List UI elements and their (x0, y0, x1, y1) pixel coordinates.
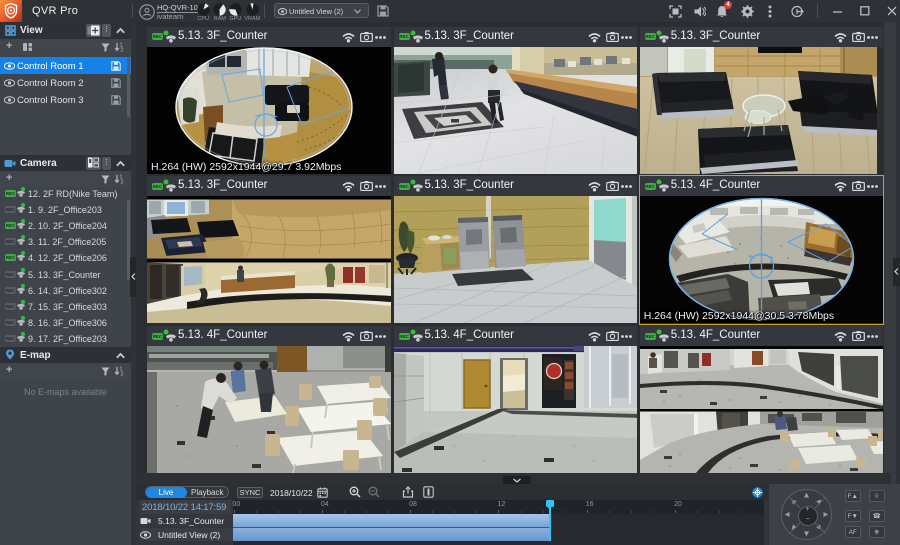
svg-text:2: 2 (121, 180, 124, 185)
svg-text:2: 2 (121, 372, 124, 377)
svg-text:2: 2 (121, 48, 124, 53)
